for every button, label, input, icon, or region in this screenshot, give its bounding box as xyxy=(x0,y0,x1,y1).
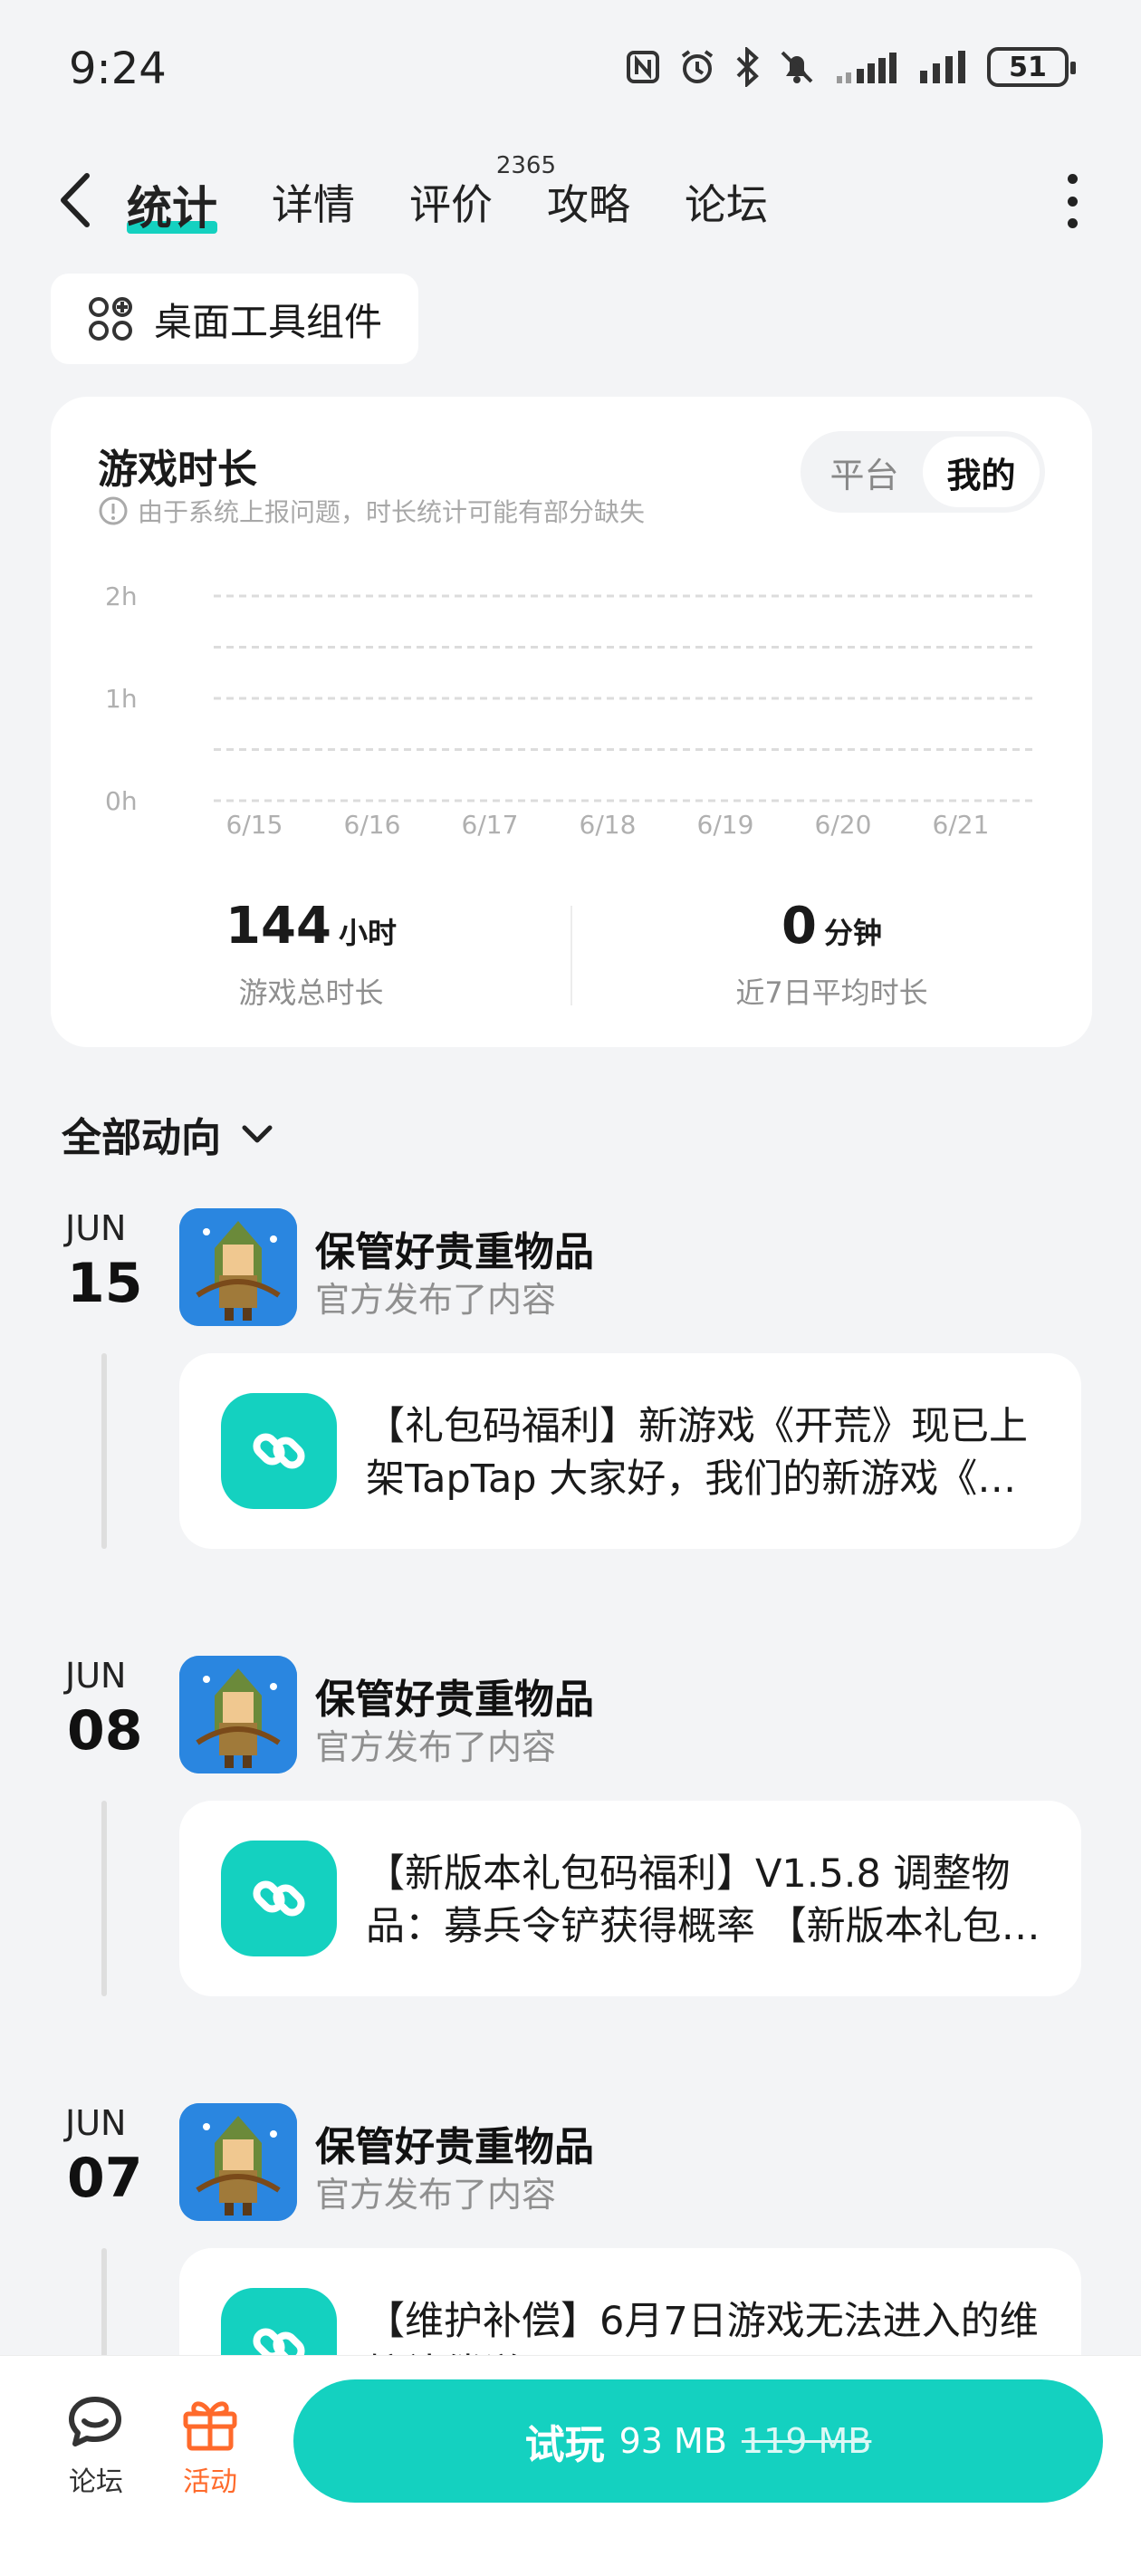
link-icon xyxy=(221,1841,337,1956)
timeline-line xyxy=(101,1353,107,1549)
average-play-time: 0 分钟 近7日平均时长 xyxy=(571,897,1092,1014)
divider xyxy=(570,906,572,1005)
signal-icon-1 xyxy=(837,53,896,83)
widget-grid-icon xyxy=(89,297,132,341)
more-dot-icon xyxy=(1067,174,1078,184)
more-options-button[interactable] xyxy=(1061,174,1083,228)
poster-action: 官方发布了内容 xyxy=(315,1280,557,1320)
chevron-down-icon xyxy=(242,1125,273,1143)
original-size: 119 MB xyxy=(741,2421,872,2461)
average-play-time-unit: 分钟 xyxy=(823,916,882,950)
link-icon xyxy=(221,1393,337,1509)
top-nav: 统计 详情 评价 2365 攻略 论坛 xyxy=(0,152,1141,245)
forum-button[interactable]: 论坛 xyxy=(42,2394,150,2499)
gift-icon xyxy=(183,2401,237,2451)
nfc-icon xyxy=(627,51,659,83)
chart-x-tick-label: 6/17 xyxy=(462,810,519,840)
forum-label: 论坛 xyxy=(69,2466,123,2498)
tab-bar: 统计 详情 评价 2365 攻略 论坛 xyxy=(127,152,822,235)
feed-filter-label: 全部动向 xyxy=(62,1115,221,1161)
chart-y-tick-label: 0h xyxy=(105,786,138,816)
game-avatar[interactable] xyxy=(179,1208,297,1326)
average-play-time-value: 0 xyxy=(781,897,817,956)
feed-date-day: 07 xyxy=(67,2147,143,2210)
tab-forum[interactable]: 论坛 xyxy=(685,172,768,235)
tab-stats[interactable]: 统计 xyxy=(127,172,217,235)
activity-label: 活动 xyxy=(183,2466,237,2498)
chart-x-tick-label: 6/18 xyxy=(580,810,637,840)
post-card[interactable]: 【新版本礼包码福利】V1.5.8 调整物品：募兵令铲获得概率 【新版本礼包码福利… xyxy=(179,1801,1081,1996)
desktop-widget-button[interactable]: 桌面工具组件 xyxy=(51,274,419,364)
poster-action: 官方发布了内容 xyxy=(315,2175,557,2215)
mute-icon xyxy=(781,51,813,83)
post-text: 【新版本礼包码福利】V1.5.8 调整物品：募兵令铲获得概率 【新版本礼包码福利… xyxy=(366,1851,1040,1949)
status-time: 9:24 xyxy=(69,43,167,94)
alarm-icon xyxy=(681,50,714,83)
feed-date-month: JUN xyxy=(65,2103,127,2143)
play-time-card: 游戏时长 由于系统上报问题，时长统计可能有部分缺失 平台 我的 0h 1h 2h 6/… xyxy=(51,397,1092,1047)
status-bar: 9:24 51 xyxy=(0,0,1141,136)
feed-date-day: 08 xyxy=(67,1699,143,1763)
chart-y-tick-label: 1h xyxy=(105,684,138,714)
poster-action: 官方发布了内容 xyxy=(315,1727,557,1767)
chart-x-tick-label: 6/15 xyxy=(226,810,283,840)
feed-date-month: JUN xyxy=(65,1656,127,1696)
chart-y-tick-label: 2h xyxy=(105,582,138,611)
download-size: 93 MB xyxy=(618,2421,727,2461)
desktop-widget-label: 桌面工具组件 xyxy=(154,299,383,344)
total-play-time-value: 144 xyxy=(225,897,331,956)
platform-mine-toggle: 平台 我的 xyxy=(801,431,1045,513)
play-time-chart: 0h 1h 2h 6/15 6/16 6/17 6/18 6/19 6/20 6/21 xyxy=(105,582,1038,840)
play-time-totals: 144 小时 游戏总时长 0 分钟 近7日平均时长 xyxy=(51,897,1092,1014)
average-play-time-label: 近7日平均时长 xyxy=(735,976,928,1010)
total-play-time-label: 游戏总时长 xyxy=(238,976,384,1010)
archer-avatar-icon xyxy=(179,2103,297,2221)
battery-indicator: 51 xyxy=(987,47,1076,87)
tab-guides[interactable]: 攻略 xyxy=(547,172,630,235)
trial-play-button[interactable]: 试玩 93 MB 119 MB xyxy=(293,2379,1103,2503)
post-card[interactable]: 【礼包码福利】新游戏《开荒》现已上架TapTap 大家好，我们的新游戏《开荒》现… xyxy=(179,1353,1081,1549)
bottom-action-bar: 论坛 活动 试玩 93 MB 119 MB xyxy=(0,2355,1141,2576)
archer-avatar-icon xyxy=(179,1656,297,1773)
game-avatar[interactable] xyxy=(179,2103,297,2221)
toggle-platform[interactable]: 平台 xyxy=(806,437,923,507)
chevron-left-icon xyxy=(61,173,90,227)
play-time-title: 游戏时长 xyxy=(98,447,257,493)
tab-reviews-label: 评价 xyxy=(409,180,493,229)
play-time-note: 由于系统上报问题，时长统计可能有部分缺失 xyxy=(98,493,645,529)
feed-date-day: 15 xyxy=(67,1252,143,1315)
chart-x-tick-label: 6/21 xyxy=(933,810,990,840)
trial-play-label: 试玩 xyxy=(524,2422,605,2468)
forum-chat-icon xyxy=(69,2397,121,2446)
total-play-time: 144 小时 游戏总时长 xyxy=(51,897,571,1014)
poster-name[interactable]: 保管好贵重物品 xyxy=(315,1219,594,1277)
signal-icon-2 xyxy=(920,51,965,83)
info-icon xyxy=(99,496,128,525)
back-button[interactable] xyxy=(51,168,105,232)
tab-details[interactable]: 详情 xyxy=(272,172,355,235)
chart-x-tick-label: 6/16 xyxy=(344,810,401,840)
chart-x-tick-label: 6/19 xyxy=(697,810,754,840)
chart-x-tick-label: 6/20 xyxy=(815,810,872,840)
bluetooth-icon xyxy=(736,47,759,87)
poster-name[interactable]: 保管好贵重物品 xyxy=(315,2114,594,2172)
tab-reviews[interactable]: 评价 2365 xyxy=(409,152,556,235)
more-dot-icon xyxy=(1067,218,1078,228)
feed-filter-dropdown[interactable]: 全部动向 xyxy=(62,1105,275,1163)
archer-avatar-icon xyxy=(179,1208,297,1326)
feed-date-month: JUN xyxy=(65,1208,127,1248)
status-icons: 51 xyxy=(625,47,1076,87)
post-text: 【礼包码福利】新游戏《开荒》现已上架TapTap 大家好，我们的新游戏《开荒》现… xyxy=(366,1404,1028,1502)
activity-button[interactable]: 活动 xyxy=(156,2394,264,2499)
timeline-line xyxy=(101,1801,107,1996)
poster-name[interactable]: 保管好贵重物品 xyxy=(315,1667,594,1725)
more-dot-icon xyxy=(1067,196,1078,207)
total-play-time-unit: 小时 xyxy=(338,916,397,950)
game-avatar[interactable] xyxy=(179,1656,297,1773)
toggle-mine[interactable]: 我的 xyxy=(923,437,1040,507)
play-time-note-text: 由于系统上报问题，时长统计可能有部分缺失 xyxy=(138,497,646,527)
